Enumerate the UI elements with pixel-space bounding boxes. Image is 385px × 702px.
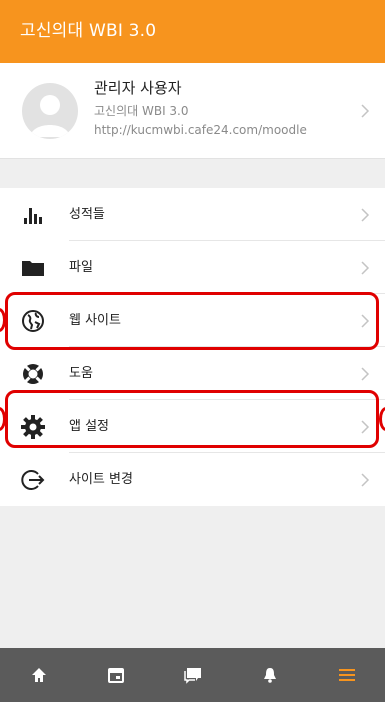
tab-home[interactable] xyxy=(19,655,59,695)
menu-item-files[interactable]: 파일 xyxy=(0,241,385,294)
tab-calendar[interactable] xyxy=(96,655,136,695)
user-name: 관리자 사용자 xyxy=(94,79,182,97)
chevron-right-icon xyxy=(361,473,370,487)
menu-item-change-site[interactable]: 사이트 변경 xyxy=(0,453,385,506)
chevron-right-icon xyxy=(361,104,370,118)
tab-messages[interactable] xyxy=(173,655,213,695)
messages-icon xyxy=(183,668,201,684)
section-gap xyxy=(0,159,385,188)
home-icon xyxy=(31,668,46,682)
app-title: 고신의대 WBI 3.0 xyxy=(20,21,157,41)
menu-item-grades[interactable]: 성적들 xyxy=(0,188,385,241)
tab-more-menu[interactable] xyxy=(327,655,367,695)
notifications-bell-icon xyxy=(263,668,276,683)
highlight-box-app-settings xyxy=(5,390,379,448)
menu-item-label: 성적들 xyxy=(69,207,105,222)
app-header: 고신의대 WBI 3.0 xyxy=(0,0,385,63)
tab-notifications[interactable] xyxy=(250,655,290,695)
user-profile-card[interactable]: 관리자 사용자 고신의대 WBI 3.0 http://kucmwbi.cafe… xyxy=(0,63,385,159)
default-user-icon xyxy=(30,95,70,137)
site-url: http://kucmwbi.cafe24.com/moodle xyxy=(94,123,307,137)
folder-icon xyxy=(20,255,46,281)
lifebuoy-icon xyxy=(20,361,46,387)
menu-item-label: 사이트 변경 xyxy=(69,472,133,487)
site-name: 고신의대 WBI 3.0 xyxy=(94,104,189,118)
menu-item-label: 파일 xyxy=(69,260,93,275)
grades-bar-chart-icon xyxy=(20,202,46,228)
bottom-tab-bar xyxy=(0,648,385,702)
chevron-right-icon xyxy=(361,367,370,381)
calendar-icon xyxy=(107,668,124,683)
exit-icon xyxy=(20,467,46,493)
menu-hamburger-icon xyxy=(338,669,355,681)
avatar xyxy=(22,83,78,139)
chevron-right-icon xyxy=(361,261,370,275)
highlight-box-website xyxy=(5,292,379,350)
chevron-right-icon xyxy=(361,208,370,222)
